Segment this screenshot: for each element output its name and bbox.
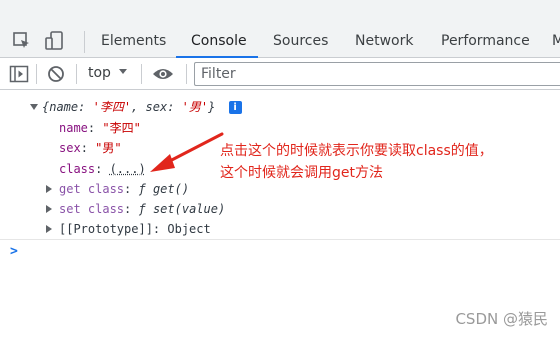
tab-sources[interactable]: Sources: [273, 24, 328, 58]
tab-elements[interactable]: Elements: [101, 24, 166, 58]
summary-key-name: name: [49, 100, 78, 114]
live-expression-eye-icon[interactable]: [152, 67, 174, 81]
property-key: name: [59, 121, 88, 135]
function-symbol: ƒ: [138, 202, 145, 216]
tab-memory-truncated[interactable]: M: [552, 24, 560, 58]
accessor-label: set class: [59, 202, 124, 216]
summary-key-sex: sex: [146, 100, 168, 114]
object-summary[interactable]: {name: '李四', sex: '男'} i: [34, 97, 242, 117]
prototype-value: Object: [167, 222, 210, 236]
property-value: "李四": [102, 121, 140, 135]
function-signature: get(): [153, 182, 189, 196]
tab-performance[interactable]: Performance: [441, 24, 530, 58]
accessor-label: get class: [59, 182, 124, 196]
filter-box: [194, 62, 560, 86]
watermark-text: CSDN @猿民: [455, 308, 548, 329]
accessor-row-get[interactable]: get class: ƒ get(): [46, 179, 189, 199]
summary-value-name: '李四': [93, 100, 131, 114]
accessor-row-set[interactable]: set class: ƒ set(value): [46, 199, 225, 219]
property-key: class: [59, 162, 95, 176]
toolbar-separator: [76, 64, 77, 84]
context-label: top: [88, 65, 111, 81]
expand-triangle-icon[interactable]: [30, 104, 38, 110]
annotation-line-2: 这个时候就会调用get方法: [220, 162, 556, 184]
prototype-key: [[Prototype]]: [59, 222, 153, 236]
function-signature: set(value): [153, 202, 225, 216]
clear-console-icon[interactable]: [47, 65, 65, 83]
summary-value-sex: '男': [182, 100, 208, 114]
sidebar-toggle-icon[interactable]: [9, 65, 29, 83]
expand-triangle-icon[interactable]: [46, 225, 52, 233]
annotation-text: 点击这个的时候就表示你要读取class的值， 这个时候就会调用get方法: [220, 140, 556, 184]
annotation-arrow-icon: [140, 128, 230, 178]
devtools-tab-bar: Elements Console Sources Network Perform…: [0, 0, 560, 58]
toolbar-separator: [141, 64, 142, 84]
property-key: sex: [59, 141, 81, 155]
summary-colon: :: [167, 100, 181, 114]
chevron-down-icon: [118, 68, 128, 76]
function-symbol: ƒ: [138, 182, 145, 196]
context-selector[interactable]: top: [88, 65, 128, 81]
tab-console[interactable]: Console: [191, 24, 247, 58]
info-icon[interactable]: i: [229, 101, 242, 114]
expand-triangle-icon[interactable]: [46, 185, 52, 193]
tab-network[interactable]: Network: [355, 24, 413, 58]
property-value: "男": [95, 141, 121, 155]
console-message-separator: [0, 239, 560, 240]
expand-triangle-icon[interactable]: [46, 205, 52, 213]
brace-close: }: [208, 100, 215, 114]
summary-colon: :: [78, 100, 92, 114]
prototype-row[interactable]: [[Prototype]]: Object: [46, 219, 211, 239]
summary-comma: ,: [131, 100, 145, 114]
annotation-line-1: 点击这个的时候就表示你要读取class的值，: [220, 140, 556, 162]
console-prompt[interactable]: >: [10, 244, 18, 259]
toolbar-separator: [186, 64, 187, 84]
property-row-sex: sex: "男": [59, 138, 122, 158]
filter-input[interactable]: [195, 63, 560, 85]
device-toolbar-icon[interactable]: [44, 30, 66, 52]
inspect-element-icon[interactable]: [11, 30, 33, 52]
toolbar-separator: [36, 64, 37, 84]
tab-bar-separator: [84, 31, 85, 53]
property-row-class: class: (...): [59, 159, 146, 179]
property-row-name: name: "李四": [59, 118, 141, 138]
